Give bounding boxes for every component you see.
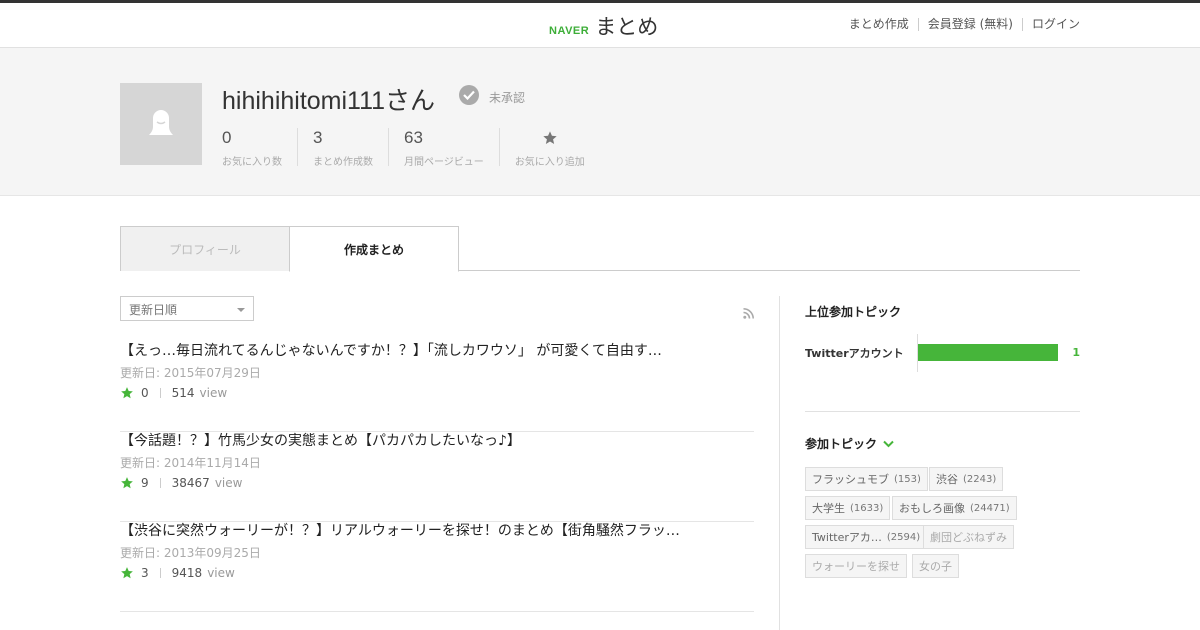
add-favorite-label: お気に入り追加 xyxy=(514,157,585,168)
stat-label: お気に入り数 xyxy=(222,157,282,168)
stat-monthly-pageviews: 63 月間ページビュー xyxy=(388,128,499,168)
verification-status: 未承認 xyxy=(489,91,526,105)
tag-label: フラッシュモブ xyxy=(812,473,889,486)
article-date: 更新日: 2015年07月29日 xyxy=(120,366,261,380)
article-meta: 3 9418 view xyxy=(120,566,754,580)
favorite-count: 0 xyxy=(141,386,149,400)
tag-label: Twitterアカ… xyxy=(812,531,882,544)
default-avatar-icon xyxy=(149,110,173,135)
logo-service: まとめ xyxy=(595,15,659,39)
column-divider xyxy=(779,296,780,630)
meta-divider xyxy=(159,388,161,398)
verified-check-icon xyxy=(459,85,479,105)
article-date: 更新日: 2014年11月14日 xyxy=(120,456,261,470)
article-date: 更新日: 2013年09月25日 xyxy=(120,546,261,560)
stat-value: 3 xyxy=(313,128,323,147)
joined-topics-title: 参加トピック xyxy=(805,437,878,451)
rss-icon[interactable] xyxy=(743,308,754,319)
stat-value: 63 xyxy=(404,128,423,147)
stat-matome-count: 3 まとめ作成数 xyxy=(297,128,388,168)
sort-dropdown[interactable]: 更新日順 xyxy=(120,296,254,321)
topic-tag[interactable]: 劇団どぶねずみ xyxy=(923,525,1014,549)
favorite-count: 9 xyxy=(141,476,149,490)
top-topics-title: 上位参加トピック xyxy=(805,305,902,319)
topic-tag[interactable]: 女の子 xyxy=(912,554,959,578)
favorite-star-icon xyxy=(121,477,133,489)
view-unit: view xyxy=(214,476,243,490)
avatar xyxy=(120,83,202,165)
topic-tag[interactable]: 大学生 (1633) xyxy=(805,496,891,520)
topic-tag[interactable]: フラッシュモブ (153) xyxy=(805,467,928,491)
topic-tag[interactable]: ウォーリーを探せ xyxy=(805,554,907,578)
add-favorite-button[interactable]: お気に入り追加 xyxy=(498,128,600,168)
top-topic-count: 1 xyxy=(1072,346,1080,359)
global-header: NAVER まとめ まとめ作成 会員登録 (無料) ログイン xyxy=(0,3,1200,48)
stat-favorites: 0 お気に入り数 xyxy=(222,128,297,168)
create-matome-link[interactable]: まとめ作成 xyxy=(840,18,918,31)
article-title-link[interactable]: 【えっ…毎日流れてるんじゃないんですか！？】「流しカワウソ」 が可愛くて自由す… xyxy=(120,342,754,360)
list-item: 【えっ…毎日流れてるんじゃないんですか！？】「流しカワウソ」 が可愛くて自由す…… xyxy=(120,342,754,432)
meta-divider xyxy=(159,478,161,488)
tag-count: (1633) xyxy=(850,502,884,514)
tag-count: (24471) xyxy=(970,502,1010,514)
profile-tabs: プロフィール 作成まとめ xyxy=(120,226,1080,272)
top-topic-row: Twitterアカウント 1 xyxy=(805,334,1080,372)
favorite-star-icon xyxy=(121,387,133,399)
tag-label: おもしろ画像 xyxy=(899,502,965,515)
topic-tag[interactable]: Twitterアカ… (2594) xyxy=(805,525,928,549)
stat-value: 0 xyxy=(222,128,232,147)
register-link[interactable]: 会員登録 (無料) xyxy=(917,18,1022,31)
tag-label: 大学生 xyxy=(812,502,845,515)
tag-label: ウォーリーを探せ xyxy=(812,560,900,573)
top-topic-bar xyxy=(918,344,1058,361)
global-nav: まとめ作成 会員登録 (無料) ログイン xyxy=(840,18,1080,31)
article-meta: 0 514 view xyxy=(120,386,754,400)
chevron-down-icon xyxy=(883,440,894,447)
sort-selected-value: 更新日順 xyxy=(129,303,178,317)
tag-label: 劇団どぶねずみ xyxy=(930,531,1007,544)
login-link[interactable]: ログイン xyxy=(1021,18,1080,31)
view-count: 38467 xyxy=(171,476,210,490)
view-unit: view xyxy=(199,386,228,400)
tab-created-matome[interactable]: 作成まとめ xyxy=(289,226,459,272)
tag-label: 女の子 xyxy=(919,560,952,573)
profile-username: hihihihitomi111さん xyxy=(222,87,436,115)
naver-matome-logo[interactable]: NAVER まとめ xyxy=(549,11,658,41)
favorite-star-icon xyxy=(121,567,133,579)
tag-count: (153) xyxy=(894,473,921,485)
list-item: 【渋谷に突然ウォーリーが！？】リアルウォーリーを探せ！のまとめ【街角騒然フラッ…… xyxy=(120,522,754,612)
view-count: 9418 xyxy=(171,566,203,580)
tab-profile[interactable]: プロフィール xyxy=(120,226,290,271)
article-title-link[interactable]: 【今話題！？】竹馬少女の実態まとめ【パカパカしたいなっ♪】 xyxy=(120,432,754,450)
topic-tag[interactable]: 渋谷 (2243) xyxy=(929,467,1004,491)
topic-tag[interactable]: おもしろ画像 (24471) xyxy=(892,496,1017,520)
view-count: 514 xyxy=(171,386,195,400)
list-item: 【今話題！？】竹馬少女の実態まとめ【パカパカしたいなっ♪】 更新日: 2014年… xyxy=(120,432,754,522)
profile-stats: 0 お気に入り数 3 まとめ作成数 63 月間ページビュー お気に入り追加 xyxy=(222,128,600,168)
sidebar-divider xyxy=(805,411,1080,412)
top-topic-name-link[interactable]: Twitterアカウント xyxy=(805,345,904,361)
view-unit: view xyxy=(207,566,235,580)
meta-divider xyxy=(159,568,161,578)
profile-header: hihihihitomi111さん 未承認 0 お気に入り数 3 まとめ作成数 … xyxy=(0,48,1200,196)
dropdown-caret-icon xyxy=(237,308,245,312)
article-meta: 9 38467 view xyxy=(120,476,754,490)
stat-label: 月間ページビュー xyxy=(404,157,484,168)
star-icon xyxy=(515,128,585,148)
tag-label: 渋谷 xyxy=(936,473,958,486)
article-title-link[interactable]: 【渋谷に突然ウォーリーが！？】リアルウォーリーを探せ！のまとめ【街角騒然フラッ… xyxy=(120,522,754,540)
tag-count: (2243) xyxy=(963,473,997,485)
tag-count: (2594) xyxy=(886,531,921,543)
stat-label: まとめ作成数 xyxy=(313,157,373,168)
favorite-count: 3 xyxy=(141,566,149,580)
joined-topics-toggle[interactable]: 参加トピック xyxy=(805,435,894,452)
logo-brand: NAVER xyxy=(549,25,590,37)
